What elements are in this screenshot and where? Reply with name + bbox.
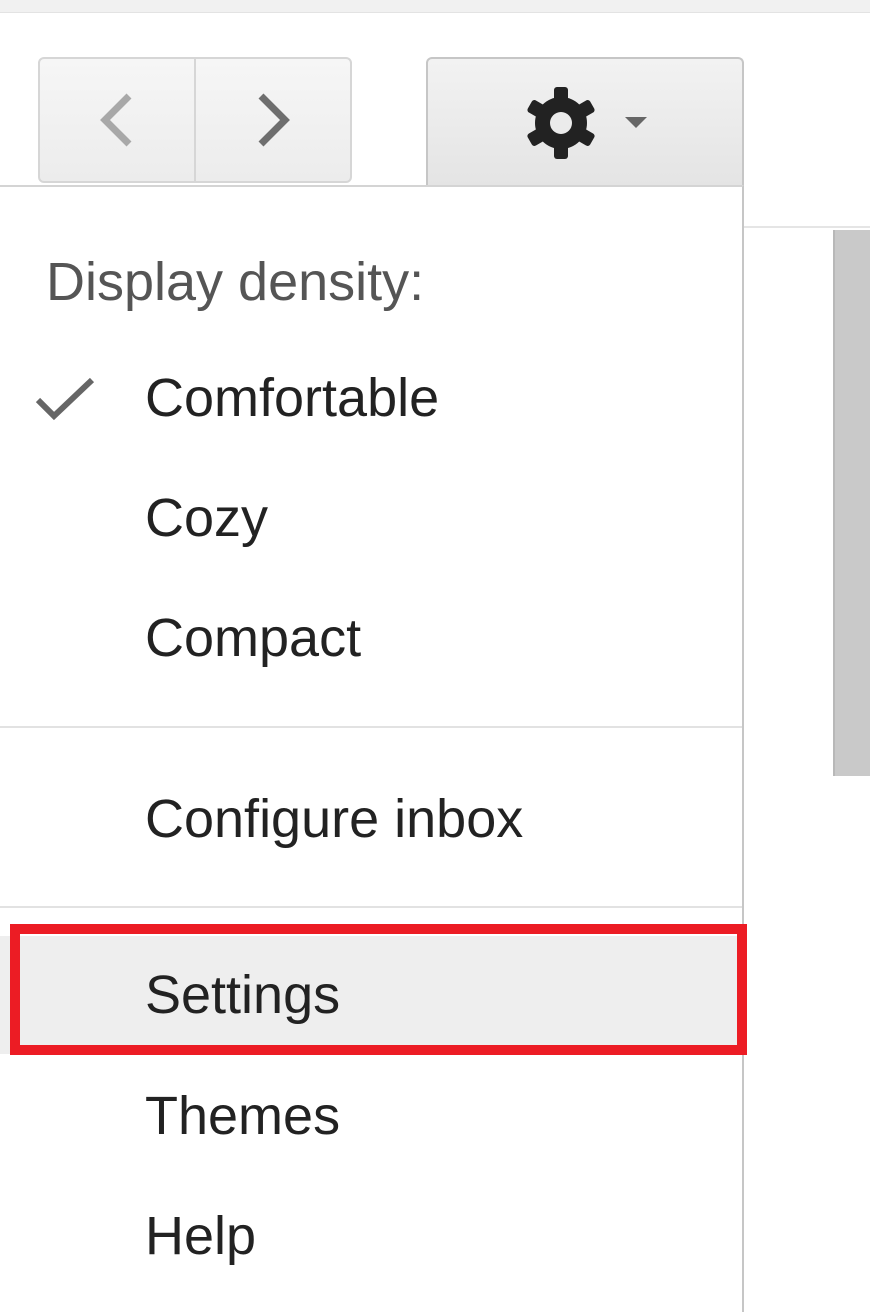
menu-item-label: Settings — [145, 965, 341, 1025]
caret-down-icon — [625, 117, 647, 128]
menu-item-label: Configure inbox — [145, 789, 524, 849]
menu-item-cozy[interactable]: Cozy — [0, 459, 742, 577]
newer-button[interactable] — [194, 59, 350, 181]
settings-dropdown-menu: Display density: Comfortable Cozy Compac… — [0, 185, 744, 1312]
menu-item-help[interactable]: Help — [0, 1177, 742, 1295]
gear-icon — [527, 87, 595, 159]
older-button[interactable] — [40, 59, 194, 181]
top-edge — [0, 0, 870, 13]
menu-item-compact[interactable]: Compact — [0, 579, 742, 697]
gmail-page: Display density: Comfortable Cozy Compac… — [0, 0, 870, 1312]
display-density-heading: Display density: — [46, 252, 425, 312]
chevron-right-icon — [258, 93, 290, 147]
settings-gear-button[interactable] — [426, 57, 744, 187]
checkmark-icon — [35, 377, 95, 421]
chevron-left-icon — [100, 93, 132, 147]
scrollbar-thumb[interactable] — [833, 230, 870, 776]
menu-item-configure-inbox[interactable]: Configure inbox — [0, 760, 742, 878]
menu-item-label: Comfortable — [145, 368, 440, 428]
menu-item-label: Compact — [145, 608, 362, 668]
content-divider — [744, 226, 870, 228]
menu-separator — [0, 906, 742, 908]
menu-item-label: Themes — [145, 1086, 341, 1146]
menu-item-themes[interactable]: Themes — [0, 1057, 742, 1175]
menu-item-settings[interactable]: Settings — [0, 936, 742, 1054]
menu-separator — [0, 726, 742, 728]
pagination-buttons — [38, 57, 352, 183]
menu-item-comfortable[interactable]: Comfortable — [0, 339, 742, 457]
menu-item-label: Cozy — [145, 488, 269, 548]
menu-item-label: Help — [145, 1206, 257, 1266]
